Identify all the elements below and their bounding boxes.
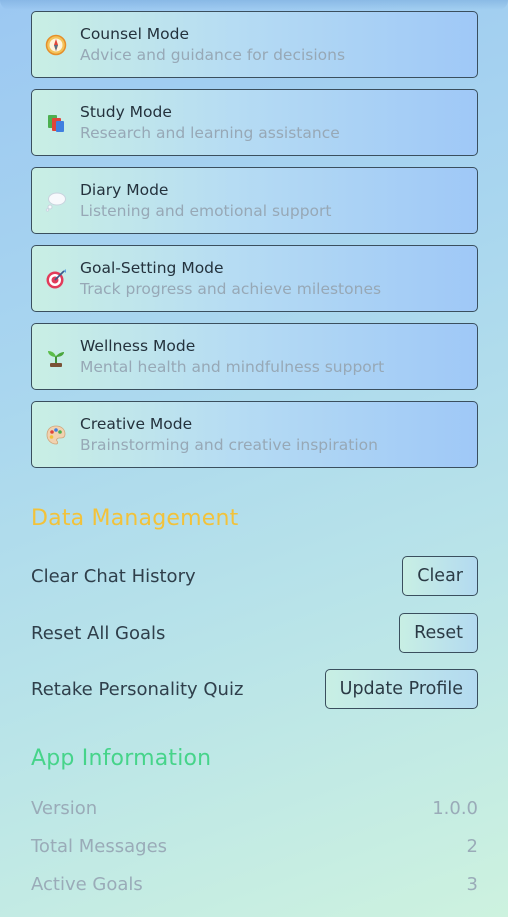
mode-card-counsel[interactable]: Counsel Mode Advice and guidance for dec… bbox=[31, 11, 478, 78]
info-label: Version bbox=[31, 798, 98, 819]
mode-title: Wellness Mode bbox=[80, 336, 196, 355]
info-row-active-goals: Active Goals 3 bbox=[31, 874, 478, 895]
mode-card-creative[interactable]: Creative Mode Brainstorming and creative… bbox=[31, 401, 478, 468]
update-profile-button[interactable]: Update Profile bbox=[324, 669, 478, 709]
mode-card-diary[interactable]: Diary Mode Listening and emotional suppo… bbox=[31, 167, 478, 234]
compass-icon bbox=[44, 33, 68, 57]
info-label: Active Goals bbox=[31, 874, 143, 895]
palette-icon bbox=[44, 423, 68, 447]
mode-title: Creative Mode bbox=[80, 414, 193, 433]
mode-card-study[interactable]: Study Mode Research and learning assista… bbox=[31, 89, 478, 156]
reset-button[interactable]: Reset bbox=[399, 613, 478, 653]
reset-goals-label: Reset All Goals bbox=[31, 622, 166, 644]
mode-description: Brainstorming and creative inspiration bbox=[80, 435, 378, 454]
header-bottom-edge bbox=[0, 0, 508, 10]
retake-quiz-label: Retake Personality Quiz bbox=[31, 678, 244, 700]
info-value: 3 bbox=[466, 874, 478, 895]
clear-history-label: Clear Chat History bbox=[31, 565, 196, 587]
mode-list: Counsel Mode Advice and guidance for dec… bbox=[31, 11, 478, 479]
settings-row-retake-quiz: Retake Personality Quiz Update Profile bbox=[31, 669, 478, 709]
seedling-icon bbox=[44, 345, 68, 369]
info-value: 1.0.0 bbox=[432, 798, 478, 819]
mode-title: Study Mode bbox=[80, 102, 172, 121]
mode-description: Advice and guidance for decisions bbox=[80, 45, 346, 64]
mode-title: Diary Mode bbox=[80, 180, 169, 199]
info-row-total-messages: Total Messages 2 bbox=[31, 836, 478, 857]
app-information-heading: App Information bbox=[31, 746, 212, 771]
mode-title: Counsel Mode bbox=[80, 24, 190, 43]
mode-description: Mental health and mindfulness support bbox=[80, 357, 385, 376]
mode-title: Goal-Setting Mode bbox=[80, 258, 224, 277]
target-icon bbox=[44, 267, 68, 291]
info-value: 2 bbox=[466, 836, 478, 857]
mode-description: Research and learning assistance bbox=[80, 123, 340, 142]
mode-card-goal-setting[interactable]: Goal-Setting Mode Track progress and ach… bbox=[31, 245, 478, 312]
mode-description: Track progress and achieve milestones bbox=[80, 279, 382, 298]
thought-bubble-icon bbox=[44, 189, 68, 213]
info-row-version: Version 1.0.0 bbox=[31, 798, 478, 819]
data-management-heading: Data Management bbox=[31, 506, 239, 531]
mode-card-wellness[interactable]: Wellness Mode Mental health and mindfuln… bbox=[31, 323, 478, 390]
books-icon bbox=[44, 111, 68, 135]
settings-row-reset-goals: Reset All Goals Reset bbox=[31, 613, 478, 653]
info-label: Total Messages bbox=[31, 836, 168, 857]
settings-row-clear-history: Clear Chat History Clear bbox=[31, 556, 478, 596]
mode-description: Listening and emotional support bbox=[80, 201, 332, 220]
clear-button[interactable]: Clear bbox=[402, 556, 478, 596]
